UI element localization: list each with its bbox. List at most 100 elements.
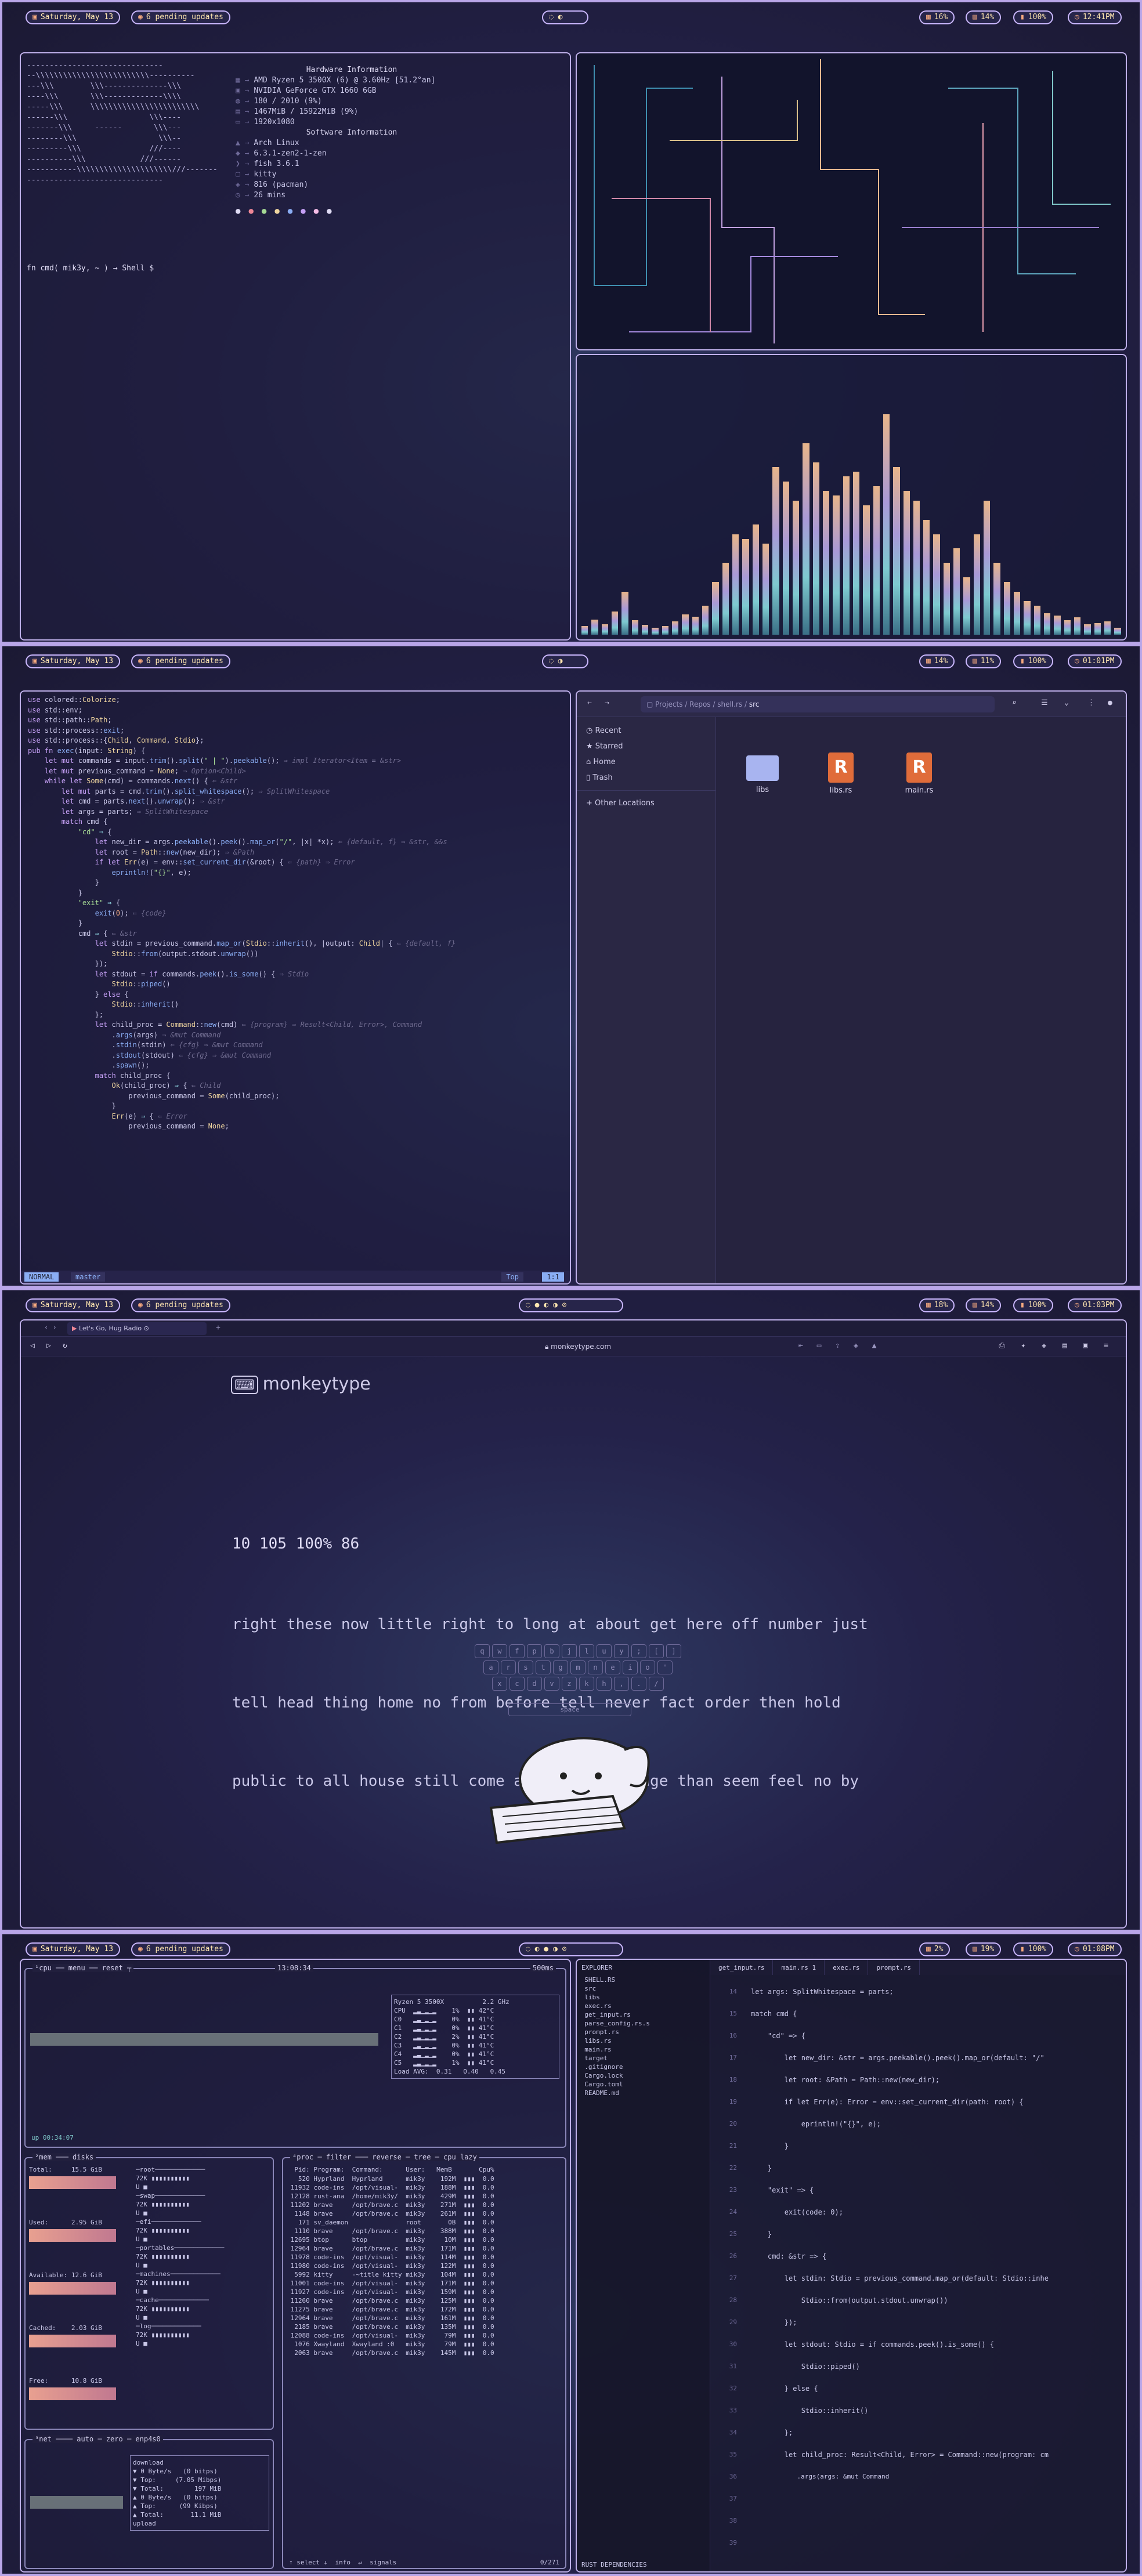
battery-pill[interactable]: ▮ 100% <box>1013 1298 1054 1312</box>
proc-row[interactable]: 11927 code-ins /opt/visual- mik3y 159M ▮… <box>287 2288 562 2296</box>
shell-prompt[interactable]: fn cmd( mik3y, ~ ) → Shell $ <box>27 263 154 274</box>
file-item-main-rs[interactable]: R main.rs <box>899 752 939 795</box>
explorer-tree[interactable]: SHELL.RS src libs exec.rs get_input.rs p… <box>577 1976 710 2097</box>
file-item-libs[interactable]: libs <box>745 755 780 794</box>
proc-row[interactable]: 11978 code-ins /opt/visual- mik3y 114M ▮… <box>287 2253 562 2262</box>
monkeytype-logo[interactable]: ⌨ monkeytype <box>231 1374 371 1394</box>
battery-pill[interactable]: ▮ 100% <box>1013 654 1054 668</box>
sidebar-item-recent[interactable]: ◷ Recent <box>577 723 715 739</box>
tab-active[interactable]: ▶ Let's Go, Hug Radio ⊙ <box>67 1322 207 1335</box>
proc-row[interactable]: 11001 code-ins /opt/visual- mik3y 171M ▮… <box>287 2279 562 2288</box>
proc-row[interactable]: 12128 rust-ana /home/mik3y/ mik3y 429M ▮… <box>287 2192 562 2201</box>
file-item-libs-rs[interactable]: R libs.rs <box>821 752 861 795</box>
editor-tab[interactable]: exec.rs <box>825 1960 869 1975</box>
code-buffer[interactable]: use colored::Colorize; use std::env; use s… <box>28 695 566 1132</box>
explorer-item[interactable]: libs.rs <box>577 2036 710 2045</box>
date-pill[interactable]: ▣ Saturday, May 13 <box>26 10 121 24</box>
cava-window[interactable] <box>576 354 1127 641</box>
clock-pill[interactable]: ◷ 01:08PM <box>1068 1942 1122 1956</box>
sidebar-toggle-icon[interactable]: ‹ › <box>44 1323 57 1332</box>
forward-icon[interactable]: → <box>605 699 609 707</box>
proc-row[interactable]: 2063 brave /opt/brave.c mik3y 145M ▮▮▮ 0… <box>287 2349 562 2357</box>
proc-row[interactable]: 12964 brave /opt/brave.c mik3y 171M ▮▮▮ … <box>287 2244 562 2253</box>
explorer-item[interactable]: Cargo.toml <box>577 2080 710 2089</box>
date-pill[interactable]: ▣ Saturday, May 13 <box>26 654 121 668</box>
path-bar[interactable]: ▢ Projects / Repos / shell.rs / src <box>641 696 995 712</box>
sort-icon[interactable]: ⌄ <box>1064 699 1069 707</box>
workspace-pill[interactable]: ◌ ◐ ● ◑ ⊘ <box>519 1942 623 1956</box>
explorer-item[interactable]: parse_config.rs.s <box>577 2019 710 2028</box>
new-tab-icon[interactable]: + <box>216 1323 221 1332</box>
proc-row[interactable]: 171 sv_daemon root 0B ▮▮▮ 0.0 <box>287 2218 562 2227</box>
proc-row[interactable]: 11980 code-ins /opt/visual- mik3y 122M ▮… <box>287 2262 562 2270</box>
mem-pill[interactable]: ▤ 11% <box>966 654 1002 668</box>
mem-pill[interactable]: ▤ 14% <box>966 1298 1002 1312</box>
proc-row[interactable]: 5992 kitty -~title kitty mik3y 104M ▮▮▮ … <box>287 2270 562 2279</box>
cpu-pill[interactable]: ▦ 2% <box>919 1942 951 1956</box>
search-icon[interactable]: ⌕ <box>1012 699 1017 707</box>
sidebar-item-starred[interactable]: ★ Starred <box>577 739 715 754</box>
clock-pill[interactable]: ◷ 01:01PM <box>1068 654 1122 668</box>
editor-tab[interactable]: main.rs 1 <box>773 1960 825 1975</box>
mem-pill[interactable]: ▤ 19% <box>966 1942 1002 1956</box>
sidebar-item-home[interactable]: ⌂ Home <box>577 754 715 770</box>
vscode-window[interactable]: EXPLORER SHELL.RS src libs exec.rs get_i… <box>576 1959 1127 2573</box>
proc-row[interactable]: 1076 Xwayland Xwayland :0 mik3y 79M ▮▮▮ … <box>287 2340 562 2349</box>
updates-pill[interactable]: ◉ 6 pending updates <box>131 10 230 24</box>
cpu-pill[interactable]: ▦ 14% <box>919 654 955 668</box>
sidebar-item-other-locations[interactable]: + Other Locations <box>577 795 715 811</box>
proc-row[interactable]: 2185 brave /opt/brave.c mik3y 135M ▮▮▮ 0… <box>287 2322 562 2331</box>
menu-icon[interactable]: ⋮ <box>1087 699 1095 707</box>
proc-row[interactable]: 11260 brave /opt/brave.c mik3y 125M ▮▮▮ … <box>287 2296 562 2305</box>
battery-pill[interactable]: ▮ 100% <box>1013 10 1054 24</box>
explorer-item[interactable]: get_input.rs <box>577 2010 710 2019</box>
updates-pill[interactable]: ◉ 6 pending updates <box>131 1942 230 1956</box>
neovim-window[interactable]: use colored::Colorize; use std::env; use s… <box>20 690 571 1285</box>
clock-pill[interactable]: ◷ 01:03PM <box>1068 1298 1122 1312</box>
file-manager-window[interactable]: ← → ▢ Projects / Repos / shell.rs / src … <box>576 690 1127 1285</box>
explorer-item[interactable]: SHELL.RS <box>577 1976 710 1984</box>
proc-row[interactable]: 12964 brave /opt/brave.c mik3y 161M ▮▮▮ … <box>287 2314 562 2322</box>
view-options-icon[interactable]: ☰ <box>1041 699 1048 707</box>
explorer-item[interactable]: src <box>577 1984 710 1993</box>
sidebar-item-trash[interactable]: ▯ Trash <box>577 770 715 786</box>
mem-pill[interactable]: ▤ 14% <box>966 10 1002 24</box>
url-actions-icons[interactable]: ⇤ ▭ ⇪ ◈ ▲ <box>798 1341 881 1350</box>
extensions-icons[interactable]: ⎙ ✦ ✚ ▤ ▣ ≡ <box>999 1341 1114 1350</box>
proc-row[interactable]: 1148 brave /opt/brave.c mik3y 261M ▮▮▮ 0… <box>287 2209 562 2218</box>
date-pill[interactable]: ▣ Saturday, May 13 <box>26 1298 121 1312</box>
battery-pill[interactable]: ▮ 100% <box>1013 1942 1054 1956</box>
explorer-item[interactable]: README.md <box>577 2089 710 2097</box>
explorer-item[interactable]: Cargo.lock <box>577 2071 710 2080</box>
clock-pill[interactable]: ◷ 12:41PM <box>1068 10 1122 24</box>
terminal-window[interactable]: ------------------------------ --\\\\\\\… <box>20 52 571 641</box>
btop-window[interactable]: ¹cpu ── menu ── reset ┬ 13:08:34 500ms u… <box>20 1959 571 2573</box>
explorer-item[interactable]: exec.rs <box>577 2002 710 2010</box>
editor-tab[interactable]: prompt.rs <box>868 1960 920 1975</box>
explorer-item[interactable]: libs <box>577 1993 710 2002</box>
editor-tab[interactable]: get_input.rs <box>710 1960 774 1975</box>
cpu-pill[interactable]: ▦ 18% <box>919 1298 955 1312</box>
close-icon[interactable]: ● <box>1108 699 1112 707</box>
proc-row[interactable]: 11275 brave /opt/brave.c mik3y 172M ▮▮▮ … <box>287 2305 562 2314</box>
date-pill[interactable]: ▣ Saturday, May 13 <box>26 1942 121 1956</box>
workspace-pill[interactable]: ◌ ● ◐ ◑ ⊘ <box>519 1298 623 1312</box>
cpu-pill[interactable]: ▦ 16% <box>919 10 955 24</box>
proc-row[interactable]: 11202 brave /opt/brave.c mik3y 271M ▮▮▮ … <box>287 2201 562 2209</box>
proc-row[interactable]: 520 Hyprland Hyprland mik3y 192M ▮▮▮ 0.0 <box>287 2175 562 2183</box>
proc-list[interactable]: 520 Hyprland Hyprland mik3y 192M ▮▮▮ 0.0… <box>287 2175 562 2357</box>
pipes-window[interactable] <box>576 52 1127 350</box>
refresh-rate[interactable]: 500ms <box>530 1964 556 1972</box>
explorer-item[interactable]: target <box>577 2054 710 2063</box>
proc-row[interactable]: 1110 brave /opt/brave.c mik3y 388M ▮▮▮ 0… <box>287 2227 562 2235</box>
explorer-item[interactable]: main.rs <box>577 2045 710 2054</box>
proc-row[interactable]: 12695 btop btop mik3y 10M ▮▮▮ 0.0 <box>287 2235 562 2244</box>
back-icon[interactable]: ← <box>587 699 592 707</box>
back-icon[interactable]: ◁ <box>30 1341 35 1350</box>
explorer-item[interactable]: .gitignore <box>577 2063 710 2071</box>
browser-window[interactable]: ‹ › ▶ Let's Go, Hug Radio ⊙ + ◁ ▷ ↻ 🔒︎ m… <box>20 1319 1127 1929</box>
workspace-pill[interactable]: ◌ ◑ <box>542 654 588 668</box>
reload-icon[interactable]: ↻ <box>63 1341 67 1350</box>
updates-pill[interactable]: ◉ 6 pending updates <box>131 1298 230 1312</box>
forward-icon[interactable]: ▷ <box>46 1341 51 1350</box>
